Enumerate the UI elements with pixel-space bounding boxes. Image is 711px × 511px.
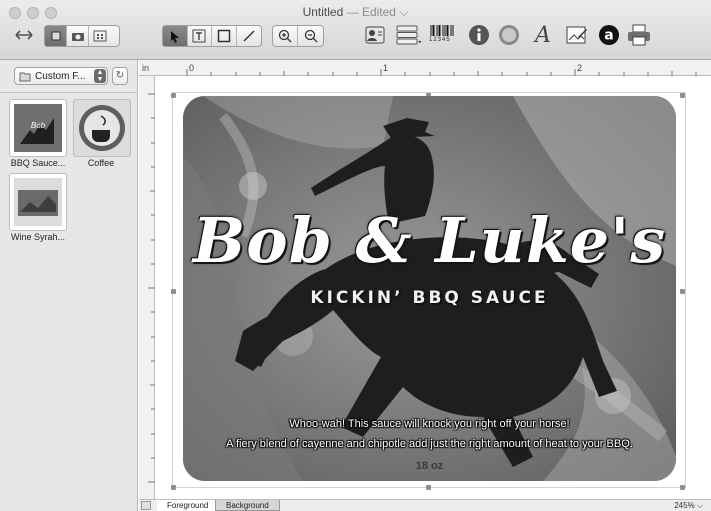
template-thumbnail-coffee[interactable] bbox=[73, 99, 131, 157]
zoom-out-icon[interactable] bbox=[298, 26, 323, 46]
line-tool-icon[interactable] bbox=[237, 26, 261, 46]
window-title: Untitled — Edited ⌵ bbox=[0, 5, 711, 20]
label-description[interactable]: A fiery blend of cayenne and chipotle ad… bbox=[183, 438, 676, 450]
label-view-icon[interactable] bbox=[45, 26, 67, 46]
info-icon[interactable] bbox=[467, 23, 491, 47]
coffee-thumbnail-image bbox=[79, 105, 125, 151]
template-thumbnail-wine[interactable] bbox=[9, 173, 67, 231]
resize-handle-top-right[interactable] bbox=[680, 93, 685, 98]
label-tagline[interactable]: Whoo-wah! This sauce will knock you righ… bbox=[183, 418, 676, 430]
svg-text:Bob: Bob bbox=[31, 121, 46, 130]
layers-grip-icon[interactable] bbox=[141, 501, 151, 510]
template-sidebar: Custom F... ▲ ▼ ↻ Bob BBQ Sauce... Coffee… bbox=[0, 60, 138, 511]
folder-icon bbox=[19, 72, 31, 81]
document-status[interactable]: Edited bbox=[362, 5, 396, 19]
zoom-segmented-control[interactable] bbox=[272, 25, 324, 47]
bbq-label-design[interactable]: Bob & Luke's KICKIN’ BBQ SAUCE Whoo-wah!… bbox=[183, 96, 676, 481]
sidebar-divider bbox=[0, 92, 138, 93]
label-title[interactable]: Bob & Luke's bbox=[183, 204, 676, 277]
grid-view-icon[interactable] bbox=[89, 26, 111, 46]
insert-address-block-icon[interactable] bbox=[394, 23, 422, 47]
zoom-chevron-icon[interactable]: ⌵ bbox=[697, 501, 703, 510]
resize-handle-right[interactable] bbox=[680, 289, 685, 294]
template-label-bbq: BBQ Sauce... bbox=[10, 158, 66, 168]
zoom-value: 245% bbox=[674, 501, 695, 510]
status-chevron-icon[interactable]: ⌵ bbox=[399, 5, 408, 19]
drawing-tools-segmented-control[interactable] bbox=[162, 25, 262, 47]
amazon-icon[interactable]: a bbox=[597, 23, 621, 47]
ruler-ticks bbox=[186, 69, 697, 76]
title-separator: — bbox=[346, 5, 359, 19]
horizontal-ruler: in 0 1 2 bbox=[139, 60, 711, 76]
resize-handle-bottom-right[interactable] bbox=[680, 485, 685, 490]
zoom-in-icon[interactable] bbox=[273, 26, 299, 46]
barcode-digits: 12345 bbox=[429, 37, 451, 43]
wine-syrah-thumbnail-image bbox=[14, 178, 62, 226]
stepper-arrows-icon[interactable]: ▲ ▼ bbox=[94, 69, 106, 83]
bottom-bar: Foreground Background 245% ⌵ bbox=[139, 499, 711, 511]
camera-view-icon[interactable] bbox=[67, 26, 89, 46]
label-subtitle[interactable]: KICKIN’ BBQ SAUCE bbox=[183, 288, 676, 308]
resize-arrows-icon[interactable] bbox=[12, 23, 36, 47]
bbq-sauce-thumbnail-image: Bob bbox=[14, 104, 62, 152]
font-icon[interactable]: A bbox=[531, 23, 555, 48]
color-circle-icon[interactable] bbox=[497, 23, 521, 47]
template-label-coffee: Coffee bbox=[87, 158, 115, 168]
printer-icon[interactable] bbox=[627, 23, 651, 47]
resize-handle-bottom[interactable] bbox=[426, 485, 431, 490]
view-mode-segmented-control[interactable] bbox=[44, 25, 120, 47]
rectangle-tool-icon[interactable] bbox=[212, 26, 237, 46]
refresh-icon[interactable]: ↻ bbox=[112, 67, 128, 85]
resize-handle-left[interactable] bbox=[171, 289, 176, 294]
insert-contact-icon[interactable] bbox=[363, 23, 387, 47]
title-bar: Untitled — Edited ⌵ 12345 A a bbox=[0, 0, 711, 60]
vertical-ruler-ticks bbox=[148, 93, 155, 483]
template-category-value: Custom F... bbox=[35, 70, 86, 82]
resize-handle-bottom-left[interactable] bbox=[171, 485, 176, 490]
label-size[interactable]: 18 oz bbox=[183, 460, 676, 472]
template-category-select[interactable]: Custom F... ▲ ▼ bbox=[14, 67, 108, 85]
tab-background[interactable]: Background bbox=[215, 500, 280, 511]
vertical-ruler bbox=[139, 76, 155, 499]
image-edit-icon[interactable] bbox=[565, 23, 589, 47]
pointer-tool-icon[interactable] bbox=[163, 26, 188, 46]
document-name: Untitled bbox=[302, 5, 344, 19]
insert-barcode-icon[interactable]: 12345 bbox=[427, 23, 463, 47]
text-tool-icon[interactable] bbox=[188, 26, 212, 46]
resize-handle-top-left[interactable] bbox=[171, 93, 176, 98]
tab-foreground[interactable]: Foreground bbox=[157, 500, 219, 511]
template-thumbnail-bbq[interactable]: Bob bbox=[9, 99, 67, 157]
template-label-wine: Wine Syrah... bbox=[10, 232, 66, 242]
svg-text:a: a bbox=[604, 28, 613, 44]
zoom-level[interactable]: 245% ⌵ bbox=[674, 500, 703, 511]
